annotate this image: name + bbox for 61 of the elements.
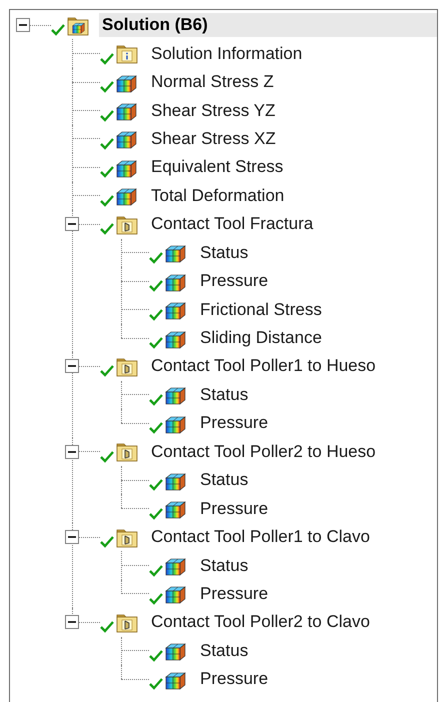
tree-item[interactable]: Solution (B6) <box>99 13 437 38</box>
tree-item[interactable]: Normal Stress Z <box>148 70 277 94</box>
collapse-toggle-icon[interactable] <box>65 530 79 544</box>
collapse-toggle-icon[interactable] <box>65 217 79 232</box>
check-icon <box>100 223 114 236</box>
check-icon <box>100 138 114 150</box>
check-icon <box>149 479 163 492</box>
tree-item[interactable]: Shear Stress YZ <box>148 98 278 123</box>
check-icon <box>51 24 65 36</box>
tree-item[interactable]: Status <box>197 554 252 578</box>
collapse-toggle-icon[interactable] <box>65 615 79 630</box>
check-icon <box>149 394 163 406</box>
tree-item[interactable]: Total Deformation <box>148 184 288 208</box>
info-folder-icon <box>116 43 138 64</box>
check-icon <box>100 52 114 65</box>
check-icon <box>149 650 163 662</box>
tree-item[interactable]: Status <box>197 638 252 663</box>
check-icon <box>100 81 114 94</box>
check-icon <box>149 280 163 292</box>
tree-item[interactable]: Contact Tool Poller2 to Clavo <box>148 610 373 634</box>
check-icon <box>149 422 163 434</box>
contact-folder-icon <box>116 214 138 235</box>
check-icon <box>149 508 163 520</box>
tree-item[interactable]: Sliding Distance <box>197 326 325 350</box>
folder-cube-icon <box>67 14 89 36</box>
check-icon <box>100 621 114 634</box>
tree-item[interactable]: Contact Tool Poller2 to Hueso <box>148 440 379 464</box>
check-icon <box>100 110 114 122</box>
check-icon <box>149 678 163 690</box>
contact-folder-icon <box>116 612 138 633</box>
check-icon <box>149 337 163 350</box>
tree-item[interactable]: Contact Tool Fractura <box>148 212 316 236</box>
collapse-toggle-icon[interactable] <box>65 359 79 374</box>
check-icon <box>100 194 114 207</box>
tree-item[interactable]: Pressure <box>197 269 272 294</box>
tree-item[interactable]: Contact Tool Poller1 to Hueso <box>148 354 379 378</box>
check-icon <box>149 308 163 321</box>
tree-item[interactable]: Shear Stress XZ <box>148 126 279 151</box>
tree-item[interactable]: Frictional Stress <box>197 298 325 322</box>
tree-item[interactable]: Solution Information <box>148 42 306 66</box>
tree-item[interactable]: Equivalent Stress <box>148 155 286 180</box>
contact-folder-icon <box>116 356 138 377</box>
check-icon <box>100 166 114 178</box>
check-icon <box>149 564 163 577</box>
check-icon <box>100 450 114 463</box>
tree-item[interactable]: Pressure <box>197 496 272 521</box>
tree-item[interactable]: Pressure <box>197 667 272 692</box>
tree-item[interactable]: Status <box>197 240 252 265</box>
check-icon <box>100 536 114 548</box>
tree-item[interactable]: Status <box>197 382 252 407</box>
collapse-toggle-icon[interactable] <box>16 18 30 32</box>
tree-item[interactable]: Contact Tool Poller1 to Clavo <box>148 525 373 550</box>
tree-item[interactable]: Pressure <box>197 411 272 436</box>
tree-item[interactable]: Pressure <box>197 582 272 606</box>
check-icon <box>149 592 163 605</box>
contact-folder-icon <box>116 441 138 462</box>
check-icon <box>149 252 163 264</box>
contact-folder-icon <box>116 526 138 548</box>
check-icon <box>100 365 114 378</box>
tree-item[interactable]: Status <box>197 468 252 492</box>
collapse-toggle-icon[interactable] <box>65 444 79 459</box>
